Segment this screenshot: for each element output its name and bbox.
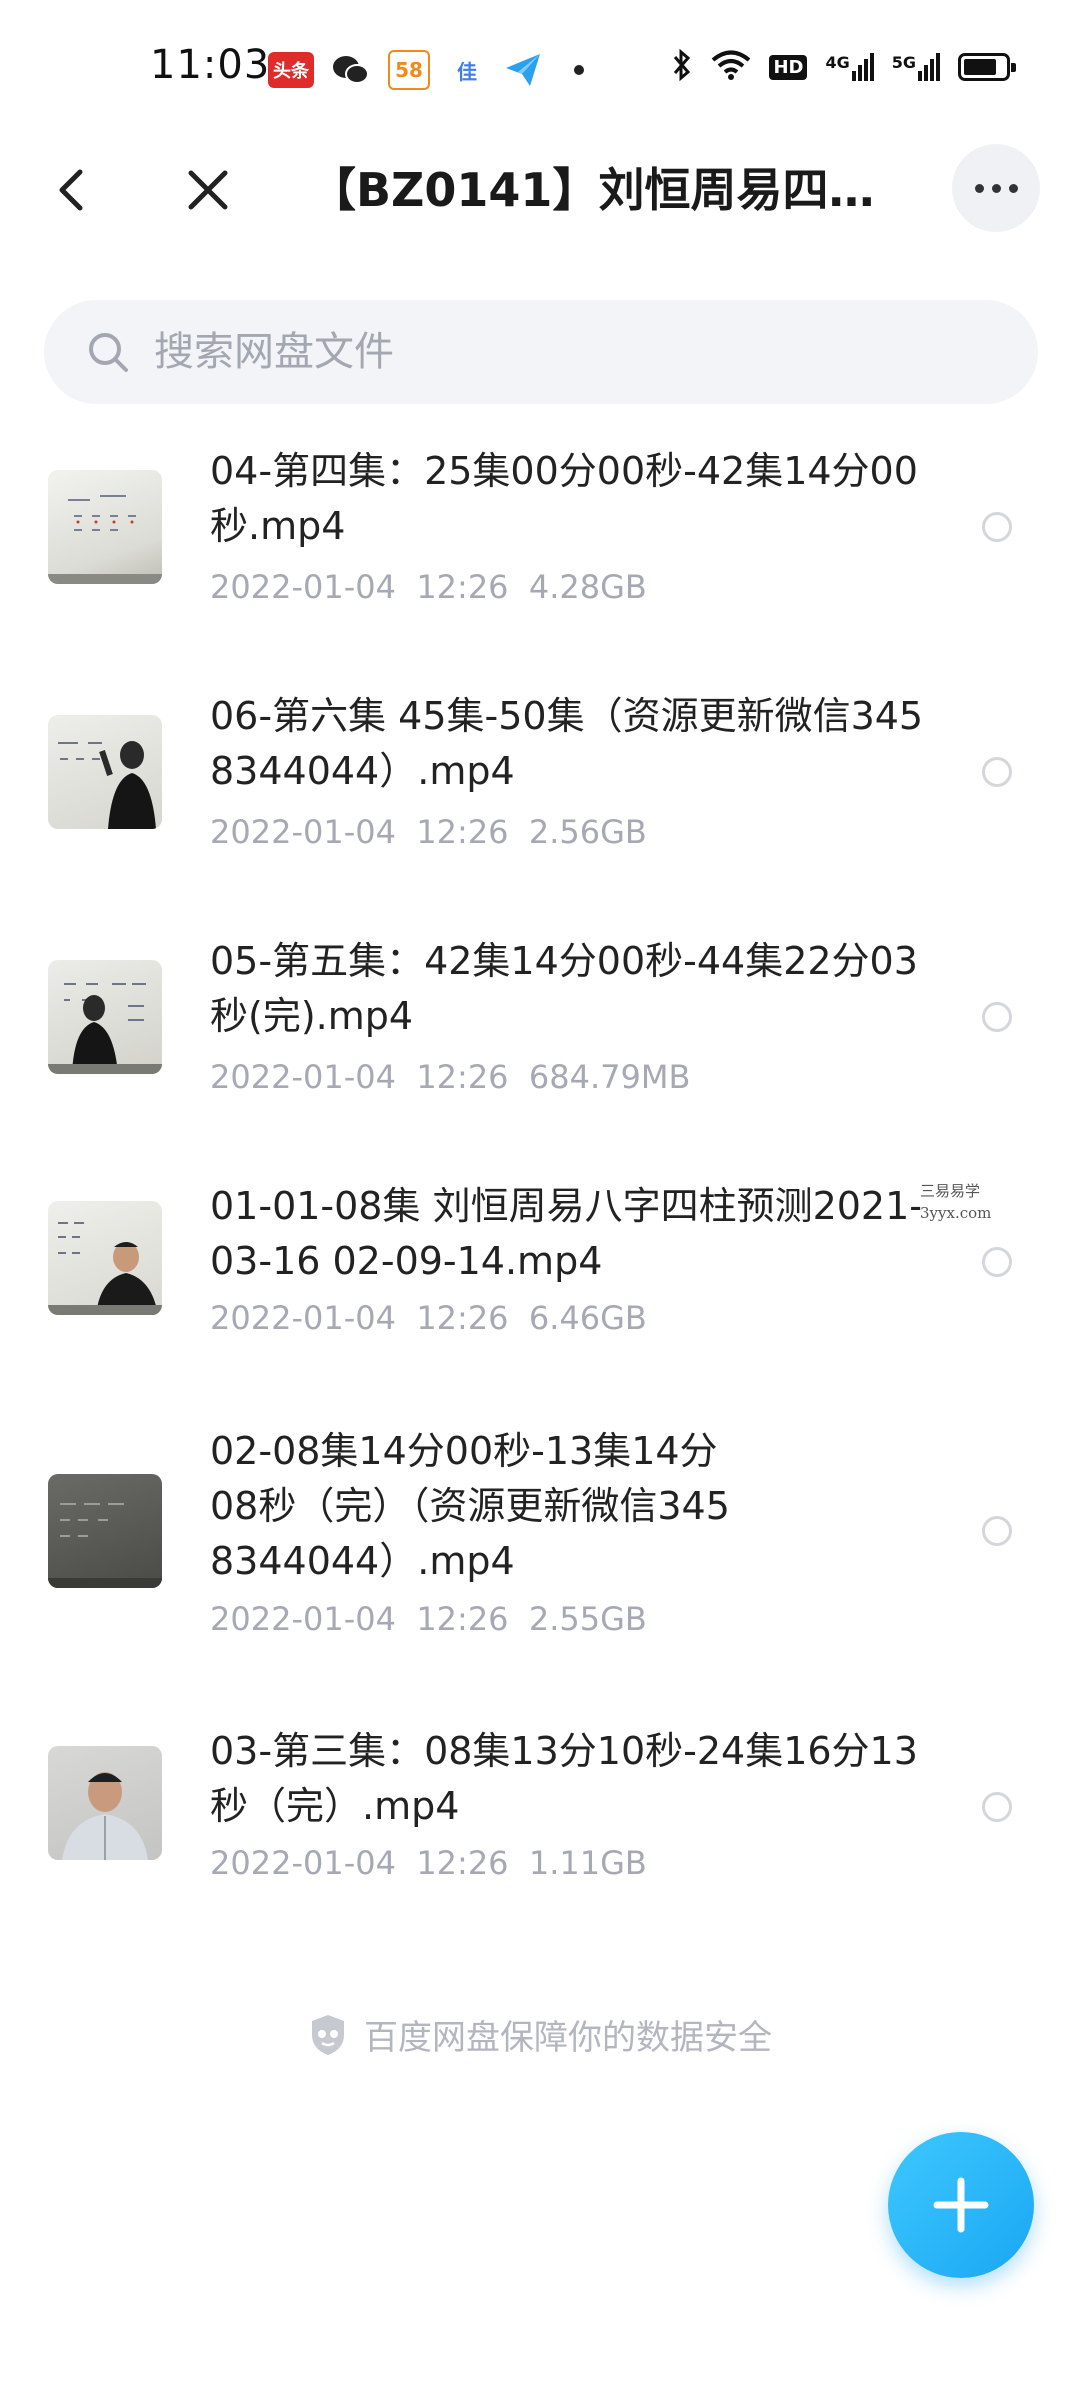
signal-4g-icon: 4G	[825, 53, 874, 81]
file-size: 1.11GB	[528, 1844, 647, 1882]
close-icon	[188, 170, 228, 210]
add-button[interactable]	[888, 2132, 1034, 2278]
wifi-icon	[711, 49, 751, 85]
file-time: 12:26	[416, 568, 509, 606]
file-row[interactable]: 04-第四集：25集00分00秒-42集14分00秒.mp4 2022-01-0…	[0, 430, 1080, 660]
header: 【BZ0141】刘恒周易四柱...	[0, 130, 1080, 250]
chevron-left-icon	[59, 169, 83, 211]
file-date: 2022-01-04	[210, 568, 396, 606]
video-thumbnail	[48, 1746, 162, 1860]
file-time: 12:26	[416, 1844, 509, 1882]
file-meta: 2022-01-04 12:26 6.46GB	[210, 1299, 647, 1337]
file-name: 06-第六集 45集-50集（资源更新微信3458344044）.mp4	[210, 694, 924, 793]
file-row[interactable]: 03-第三集：08集13分10秒-24集16分13秒（完）.mp4 2022-0…	[0, 1710, 1080, 1940]
file-name: 03-第三集：08集13分10秒-24集16分13秒（完）.mp4	[210, 1729, 918, 1828]
file-row[interactable]: 05-第五集：42集14分00秒-44集22分03秒(完).mp4 2022-0…	[0, 920, 1080, 1150]
file-meta: 2022-01-04 12:26 4.28GB	[210, 568, 647, 606]
battery-level	[964, 59, 996, 75]
file-name: 01-01-08集 刘恒周易八字四柱预测2021-03-16 02-09-14.…	[210, 1184, 923, 1283]
file-meta: 2022-01-04 12:26 684.79MB	[210, 1058, 690, 1096]
security-note: 百度网盘保障你的数据安全	[0, 2010, 1080, 2059]
select-radio[interactable]	[982, 1247, 1012, 1277]
file-name: 05-第五集：42集14分00秒-44集22分03秒(完).mp4	[210, 939, 918, 1038]
wechat-icon	[332, 53, 370, 87]
file-size: 684.79MB	[528, 1058, 691, 1096]
video-thumbnail	[48, 1201, 162, 1315]
video-thumbnail	[48, 715, 162, 829]
bluetooth-icon	[671, 48, 693, 86]
more-options-button[interactable]	[952, 144, 1040, 232]
file-date: 2022-01-04	[210, 1299, 396, 1337]
file-time: 12:26	[416, 1299, 509, 1337]
select-radio[interactable]	[982, 757, 1012, 787]
watermark: 三易易学 3yyx.com	[920, 1180, 992, 1224]
toutiao-icon: 头条	[268, 52, 314, 88]
file-row[interactable]: 02-08集14分00秒-13集14分08秒（完）（资源更新微信34583440…	[0, 1410, 1080, 1695]
more-dot-icon	[991, 183, 1001, 193]
file-name: 02-08集14分00秒-13集14分08秒（完）（资源更新微信34583440…	[210, 1429, 730, 1583]
back-button[interactable]	[42, 160, 102, 220]
more-dot-icon	[1008, 183, 1018, 193]
signal-5g-icon: 5G	[892, 53, 940, 81]
file-size: 2.55GB	[528, 1600, 647, 1638]
watermark-line: 3yyx.com	[920, 1204, 992, 1222]
watermark-line: 三易易学	[920, 1182, 981, 1200]
shield-icon	[312, 2014, 344, 2055]
file-date: 2022-01-04	[210, 1844, 396, 1882]
file-date: 2022-01-04	[210, 1600, 396, 1638]
file-meta: 2022-01-04 12:26 2.55GB	[210, 1600, 647, 1638]
status-bar: 11:03 头条 58 佳 HD 4G 5G	[0, 0, 1080, 130]
hd-icon: HD	[769, 54, 808, 80]
file-size: 2.56GB	[528, 813, 647, 851]
plus-icon	[933, 2177, 989, 2233]
file-time: 12:26	[416, 1058, 509, 1096]
system-icons: HD 4G 5G	[671, 48, 1016, 86]
file-name: 04-第四集：25集00分00秒-42集14分00秒.mp4	[210, 449, 918, 548]
security-text: 百度网盘保障你的数据安全	[364, 2018, 772, 2058]
video-thumbnail	[48, 470, 162, 584]
file-row[interactable]: 06-第六集 45集-50集（资源更新微信3458344044）.mp4 202…	[0, 675, 1080, 905]
file-date: 2022-01-04	[210, 1058, 396, 1096]
notification-icons: 头条 58 佳	[268, 50, 584, 90]
file-size: 6.46GB	[528, 1299, 647, 1337]
58-icon: 58	[388, 50, 430, 90]
file-size: 4.28GB	[528, 568, 647, 606]
notification-dot-icon	[574, 65, 584, 75]
paper-plane-icon	[504, 52, 542, 88]
search-icon	[89, 333, 128, 372]
video-thumbnail	[48, 960, 162, 1074]
select-radio[interactable]	[982, 1002, 1012, 1032]
select-radio[interactable]	[982, 512, 1012, 542]
close-button[interactable]	[178, 160, 238, 220]
file-time: 12:26	[416, 813, 509, 851]
file-date: 2022-01-04	[210, 813, 396, 851]
page-title: 【BZ0141】刘恒周易四柱...	[310, 163, 910, 217]
file-meta: 2022-01-04 12:26 2.56GB	[210, 813, 647, 851]
file-meta: 2022-01-04 12:26 1.11GB	[210, 1844, 647, 1882]
file-time: 12:26	[416, 1600, 509, 1638]
search-bar[interactable]	[44, 300, 1038, 404]
file-row[interactable]: 01-01-08集 刘恒周易八字四柱预测2021-03-16 02-09-14.…	[0, 1165, 1080, 1395]
jia-icon: 佳	[448, 52, 486, 88]
select-radio[interactable]	[982, 1792, 1012, 1822]
more-dot-icon	[974, 183, 984, 193]
search-input[interactable]	[152, 328, 976, 376]
battery-icon	[958, 53, 1016, 81]
video-thumbnail	[48, 1474, 162, 1588]
select-radio[interactable]	[982, 1516, 1012, 1546]
status-time: 11:03	[150, 42, 271, 88]
